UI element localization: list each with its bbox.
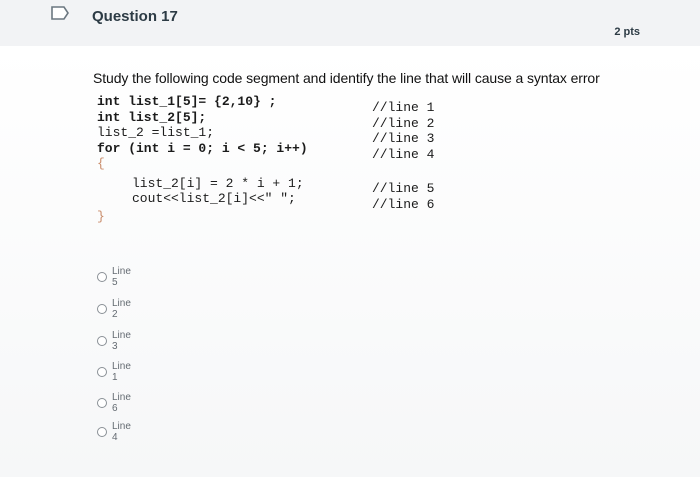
- answer-option[interactable]: Line 2: [97, 298, 131, 320]
- question-points: 2 pts: [614, 26, 640, 38]
- answer-option-label: Line 3: [112, 330, 131, 352]
- question-title: Question 17: [92, 8, 178, 25]
- answer-option[interactable]: Line 6: [97, 392, 131, 414]
- radio-button[interactable]: [97, 304, 107, 314]
- question-card: Question 17 2 pts Study the following co…: [0, 0, 700, 477]
- answer-option-label: Line 4: [112, 421, 131, 443]
- comment-line-2: //line 2: [372, 115, 435, 131]
- comment-line-3: //line 3: [372, 131, 435, 146]
- answer-option-label: Line 2: [112, 298, 131, 320]
- radio-button[interactable]: [97, 336, 107, 346]
- question-prompt: Study the following code segment and ide…: [93, 70, 600, 86]
- comment-line-4: //line 4: [372, 146, 435, 162]
- answer-option[interactable]: Line 4: [97, 421, 131, 443]
- comment-line-1: //line 1: [372, 100, 435, 115]
- comment-line-5: //line 5: [372, 181, 435, 196]
- flag-question-icon[interactable]: [50, 6, 70, 20]
- radio-button[interactable]: [97, 427, 107, 437]
- answer-option[interactable]: Line 5: [97, 266, 131, 288]
- radio-button[interactable]: [97, 272, 107, 282]
- answer-option[interactable]: Line 1: [97, 361, 131, 383]
- radio-button[interactable]: [97, 367, 107, 377]
- answer-option-label: Line 1: [112, 361, 131, 383]
- comment-line-6: //line 6: [372, 196, 435, 212]
- answer-option[interactable]: Line 3: [97, 330, 131, 352]
- question-header: Question 17 2 pts: [0, 0, 700, 47]
- radio-button[interactable]: [97, 398, 107, 408]
- code-comments: //line 1 //line 2 //line 3 //line 4 //li…: [372, 100, 462, 212]
- answer-option-label: Line 6: [112, 392, 131, 414]
- answer-option-label: Line 5: [112, 266, 131, 288]
